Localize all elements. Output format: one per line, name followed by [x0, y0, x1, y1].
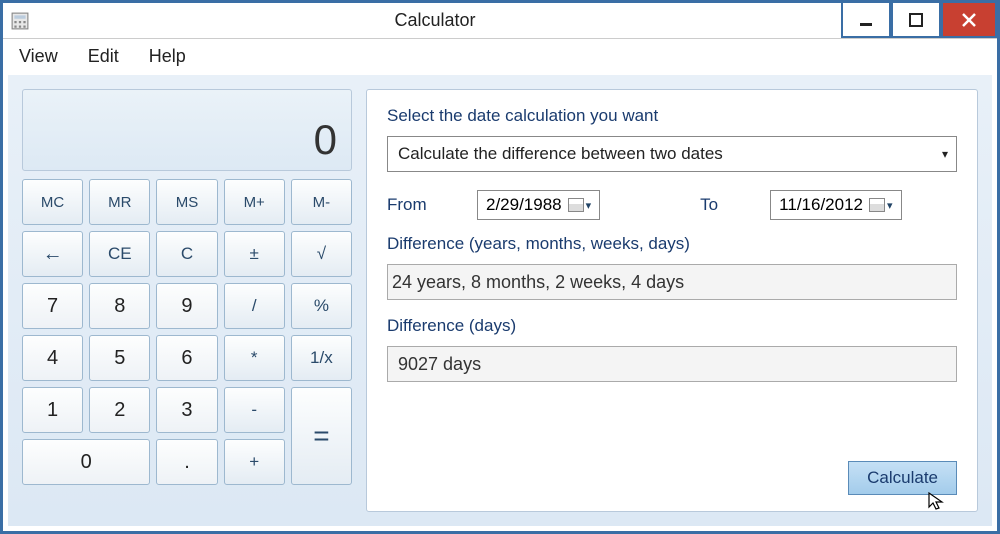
mminus-button[interactable]: M-	[291, 179, 352, 225]
percent-button[interactable]: %	[291, 283, 352, 329]
from-date-picker[interactable]: 2/29/1988 ▾	[477, 190, 600, 220]
minimize-icon	[859, 13, 873, 27]
digit-8-button[interactable]: 8	[89, 283, 150, 329]
digit-3-button[interactable]: 3	[156, 387, 217, 433]
calculator-app-icon	[11, 12, 29, 30]
window-controls	[841, 3, 997, 38]
digit-1-button[interactable]: 1	[22, 387, 83, 433]
mc-button[interactable]: MC	[22, 179, 83, 225]
mr-button[interactable]: MR	[89, 179, 150, 225]
keypad: MC MR MS M+ M- ← CE C ± √ 7 8 9 / % 4 5 …	[22, 179, 352, 485]
minimize-button[interactable]	[841, 3, 891, 38]
digit-0-button[interactable]: 0	[22, 439, 150, 485]
diff-days-label: Difference (days)	[387, 316, 957, 336]
ms-button[interactable]: MS	[156, 179, 217, 225]
date-row: From 2/29/1988 ▾ To 11/16/2012 ▾	[387, 190, 957, 220]
digit-9-button[interactable]: 9	[156, 283, 217, 329]
calculator-display: 0	[22, 89, 352, 171]
to-date-picker[interactable]: 11/16/2012 ▾	[770, 190, 901, 220]
subtract-button[interactable]: -	[224, 387, 285, 433]
to-date-value: 11/16/2012	[779, 195, 863, 215]
window-title: Calculator	[29, 10, 841, 31]
digit-6-button[interactable]: 6	[156, 335, 217, 381]
equals-button[interactable]: =	[291, 387, 352, 485]
diff-full-label: Difference (years, months, weeks, days)	[387, 234, 957, 254]
menu-edit[interactable]: Edit	[82, 42, 125, 71]
digit-5-button[interactable]: 5	[89, 335, 150, 381]
digit-7-button[interactable]: 7	[22, 283, 83, 329]
divide-button[interactable]: /	[224, 283, 285, 329]
maximize-icon	[909, 13, 923, 27]
to-label: To	[700, 195, 730, 215]
c-button[interactable]: C	[156, 231, 217, 277]
menubar: View Edit Help	[3, 39, 997, 73]
maximize-button[interactable]	[891, 3, 941, 38]
multiply-button[interactable]: *	[224, 335, 285, 381]
diff-full-output: 24 years, 8 months, 2 weeks, 4 days	[387, 264, 957, 300]
menu-view[interactable]: View	[13, 42, 64, 71]
date-mode-value: Calculate the difference between two dat…	[398, 144, 723, 164]
diff-days-output: 9027 days	[387, 346, 957, 382]
calculator-window: Calculator View Edit Help 0 MC MR MS M+	[0, 0, 1000, 534]
digit-2-button[interactable]: 2	[89, 387, 150, 433]
close-icon	[961, 12, 977, 28]
decimal-button[interactable]: .	[156, 439, 217, 485]
reciprocal-button[interactable]: 1/x	[291, 335, 352, 381]
titlebar: Calculator	[3, 3, 997, 39]
add-button[interactable]: +	[224, 439, 285, 485]
ce-button[interactable]: CE	[89, 231, 150, 277]
chevron-down-icon: ▾	[942, 147, 948, 161]
date-mode-select[interactable]: Calculate the difference between two dat…	[387, 136, 957, 172]
sqrt-button[interactable]: √	[291, 231, 352, 277]
calendar-dropdown-icon: ▾	[568, 198, 592, 212]
date-select-label: Select the date calculation you want	[387, 106, 957, 126]
content-area: 0 MC MR MS M+ M- ← CE C ± √ 7 8 9 / % 4 …	[8, 75, 992, 526]
backspace-button[interactable]: ←	[22, 231, 83, 277]
close-button[interactable]	[941, 3, 997, 38]
from-label: From	[387, 195, 437, 215]
from-date-value: 2/29/1988	[486, 195, 562, 215]
calculator-panel: 0 MC MR MS M+ M- ← CE C ± √ 7 8 9 / % 4 …	[22, 89, 352, 512]
calculate-button[interactable]: Calculate	[848, 461, 957, 495]
menu-help[interactable]: Help	[143, 42, 192, 71]
mplus-button[interactable]: M+	[224, 179, 285, 225]
arrow-left-icon: ←	[43, 243, 63, 266]
plusminus-button[interactable]: ±	[224, 231, 285, 277]
date-calculation-panel: Select the date calculation you want Cal…	[366, 89, 978, 512]
calendar-dropdown-icon: ▾	[869, 198, 893, 212]
digit-4-button[interactable]: 4	[22, 335, 83, 381]
